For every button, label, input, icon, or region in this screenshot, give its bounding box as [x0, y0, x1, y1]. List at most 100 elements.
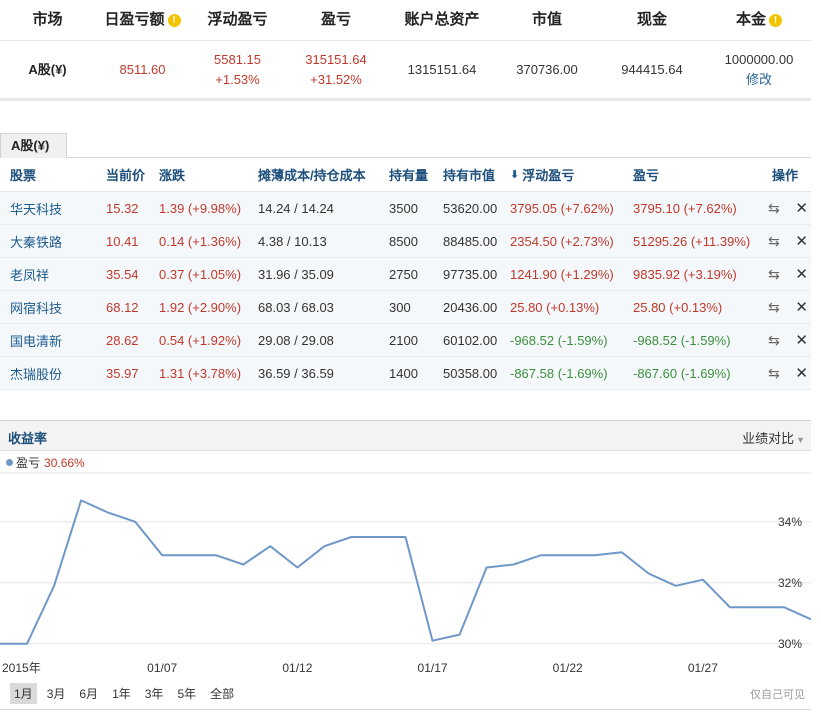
- col-header-actions: 操作: [772, 168, 799, 183]
- transfer-icon[interactable]: ⇆: [768, 200, 780, 217]
- range-button[interactable]: 3年: [141, 683, 168, 704]
- data-point[interactable]: [458, 633, 462, 637]
- data-point[interactable]: [187, 553, 191, 557]
- chart-legend[interactable]: 盈亏 30.66%: [6, 454, 85, 471]
- chevron-down-icon: ▼: [796, 435, 805, 445]
- cell-name[interactable]: 华天科技: [10, 192, 62, 224]
- transfer-icon[interactable]: ⇆: [768, 332, 780, 349]
- transfer-icon[interactable]: ⇆: [768, 233, 780, 250]
- range-button[interactable]: 全部: [206, 683, 238, 704]
- close-icon[interactable]: ✕: [795, 331, 808, 349]
- info-icon[interactable]: !: [769, 13, 782, 27]
- portfolio-tabs: A股(¥): [0, 133, 811, 158]
- data-point[interactable]: [404, 535, 408, 539]
- col-header-cost[interactable]: 摊薄成本/持仓成本: [258, 158, 366, 191]
- cell-qty: 300: [389, 299, 411, 315]
- data-point[interactable]: [25, 642, 29, 646]
- edit-principal-link[interactable]: 修改: [746, 70, 772, 90]
- data-point[interactable]: [431, 639, 435, 643]
- data-point[interactable]: [647, 572, 651, 576]
- y-tick-label: 32%: [778, 576, 802, 590]
- table-row[interactable]: 大秦铁路 10.41 0.14 (+1.36%) 4.38 / 10.13 8500 88…: [0, 225, 811, 258]
- close-icon[interactable]: ✕: [795, 298, 808, 316]
- data-point[interactable]: [160, 553, 164, 557]
- data-point[interactable]: [782, 605, 786, 609]
- table-row[interactable]: 华天科技 15.32 1.39 (+9.98%) 14.24 / 14.24 3500 5…: [0, 192, 811, 225]
- data-point[interactable]: [701, 578, 705, 582]
- data-point[interactable]: [485, 566, 489, 570]
- data-point[interactable]: [295, 566, 299, 570]
- cell-qty: 2100: [389, 332, 418, 348]
- close-icon[interactable]: ✕: [795, 364, 808, 382]
- range-button[interactable]: 6月: [75, 683, 102, 704]
- data-point[interactable]: [0, 642, 2, 646]
- cell-qty: 3500: [389, 200, 418, 216]
- range-button[interactable]: 3月: [43, 683, 70, 704]
- data-point[interactable]: [214, 553, 218, 557]
- transfer-icon[interactable]: ⇆: [768, 266, 780, 283]
- row-actions: ⇆ ✕: [768, 324, 808, 356]
- visibility-note: 仅自己可见: [750, 689, 805, 701]
- col-header-stock[interactable]: 股票: [10, 158, 36, 191]
- x-tick-label: 01/12: [282, 661, 312, 675]
- data-point[interactable]: [241, 562, 245, 566]
- col-header-float-pnl[interactable]: ⬇ 浮动盈亏: [510, 158, 574, 191]
- cell-change: 0.37 (+1.05%): [159, 266, 242, 282]
- summary-market: A股(¥): [28, 61, 67, 77]
- close-icon[interactable]: ✕: [795, 199, 808, 217]
- data-point[interactable]: [268, 544, 272, 548]
- col-header-change[interactable]: 涨跌: [159, 158, 185, 191]
- cell-cost: 4.38 / 10.13: [258, 233, 327, 249]
- table-row[interactable]: 杰瑞股份 35.97 1.31 (+3.78%) 36.59 / 36.59 1400 5…: [0, 357, 811, 390]
- data-point[interactable]: [539, 553, 543, 557]
- data-point[interactable]: [349, 535, 353, 539]
- summary-daily-pnl: 8511.60: [119, 61, 166, 77]
- cell-name[interactable]: 大秦铁路: [10, 225, 62, 257]
- returns-chart: 30% 32% 34% 2015年 01/07 01/12 01/17 01/22 01/27: [0, 472, 811, 675]
- summary-header-float-pnl: 浮动盈亏: [207, 11, 268, 28]
- compare-dropdown[interactable]: 业绩对比 ▼: [742, 428, 805, 447]
- col-header-qty[interactable]: 持有量: [389, 158, 428, 191]
- col-header-pnl[interactable]: 盈亏: [633, 158, 659, 191]
- range-button[interactable]: 5年: [173, 683, 200, 704]
- cell-change: 1.31 (+3.78%): [159, 365, 242, 381]
- data-point[interactable]: [79, 498, 83, 502]
- transfer-icon[interactable]: ⇆: [768, 299, 780, 316]
- cell-name[interactable]: 网宿科技: [10, 291, 62, 323]
- data-point[interactable]: [133, 520, 137, 524]
- col-header-value[interactable]: 持有市值: [443, 158, 495, 191]
- data-point[interactable]: [593, 553, 597, 557]
- data-point[interactable]: [106, 511, 110, 515]
- tab-a-shares[interactable]: A股(¥): [0, 133, 67, 158]
- info-icon[interactable]: !: [167, 13, 181, 27]
- data-point[interactable]: [512, 562, 516, 566]
- data-point[interactable]: [376, 535, 380, 539]
- data-point[interactable]: [755, 605, 759, 609]
- cell-name[interactable]: 老凤祥: [10, 258, 49, 290]
- data-point[interactable]: [620, 550, 624, 554]
- transfer-icon[interactable]: ⇆: [768, 365, 780, 382]
- cell-cost: 68.03 / 68.03: [258, 299, 334, 315]
- range-button[interactable]: 1年: [108, 683, 135, 704]
- close-icon[interactable]: ✕: [795, 232, 808, 250]
- legend-series-name: 盈亏: [16, 456, 41, 470]
- cell-float-pnl: -867.58 (-1.69%): [510, 365, 608, 381]
- table-row[interactable]: 网宿科技 68.12 1.92 (+2.90%) 68.03 / 68.03 300 20…: [0, 291, 811, 324]
- data-point[interactable]: [674, 584, 678, 588]
- cell-change: 1.92 (+2.90%): [159, 299, 242, 315]
- cell-float-pnl: 2354.50 (+2.73%): [510, 233, 614, 249]
- table-row[interactable]: 老凤祥 35.54 0.37 (+1.05%) 31.96 / 35.09 2750 97…: [0, 258, 811, 291]
- cell-name[interactable]: 国电清新: [10, 324, 62, 356]
- legend-marker: [6, 459, 13, 466]
- cell-name[interactable]: 杰瑞股份: [10, 357, 62, 389]
- data-point[interactable]: [728, 605, 732, 609]
- close-icon[interactable]: ✕: [795, 265, 808, 283]
- data-point[interactable]: [52, 584, 56, 588]
- cell-price: 35.54: [106, 266, 139, 282]
- data-point[interactable]: [566, 553, 570, 557]
- holdings-table: 股票 当前价 涨跌 摊薄成本/持仓成本 持有量 持有市值 ⬇ 浮动盈亏 盈亏 操作…: [0, 158, 811, 390]
- table-row[interactable]: 国电清新 28.62 0.54 (+1.92%) 29.08 / 29.08 2100 6…: [0, 324, 811, 357]
- col-header-price[interactable]: 当前价: [106, 158, 145, 191]
- range-button[interactable]: 1月: [10, 683, 37, 704]
- data-point[interactable]: [322, 544, 326, 548]
